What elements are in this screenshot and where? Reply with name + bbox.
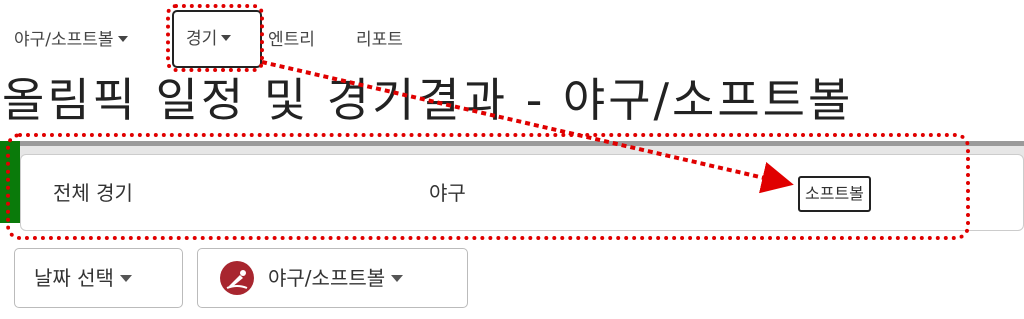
nav-item-label: 경기: [186, 29, 218, 49]
page-title: 올림픽 일정 및 경기결과 - 야구/소프트볼: [2, 73, 854, 127]
caret-down-icon: [391, 275, 404, 282]
nav-item-report[interactable]: 리포트: [356, 22, 403, 58]
date-select-dropdown[interactable]: 날짜 선택: [14, 248, 183, 308]
nav-item-label: 야구/소프트볼: [14, 30, 114, 50]
tab-softball[interactable]: 소프트볼: [798, 176, 871, 212]
sport-select-dropdown[interactable]: 야구/소프트볼: [197, 248, 468, 308]
baseball-softball-icon: [220, 261, 254, 295]
sport-select-label: 야구/소프트볼: [268, 266, 386, 290]
tab-all-games[interactable]: 전체 경기: [53, 155, 133, 232]
tab-label: 전체 경기: [53, 181, 133, 205]
caret-down-icon: [221, 35, 232, 41]
nav-item-label: 리포트: [356, 30, 403, 50]
caret-down-icon: [117, 36, 128, 42]
band-accent: [0, 141, 20, 223]
band-divider: [0, 141, 1024, 146]
nav-item-entry[interactable]: 엔트리: [268, 22, 315, 58]
date-select-label: 날짜 선택: [34, 266, 114, 290]
caret-down-icon: [119, 275, 132, 282]
tab-label: 야구: [429, 181, 466, 205]
nav-item-label: 엔트리: [268, 30, 315, 50]
tab-baseball[interactable]: 야구: [429, 155, 466, 232]
nav-item-games[interactable]: 경기: [172, 10, 262, 68]
sport-tabs: 전체 경기 야구 소프트볼: [20, 154, 1024, 231]
tab-label: 소프트볼: [805, 184, 864, 203]
nav-item-baseball-softball[interactable]: 야구/소프트볼: [14, 22, 128, 58]
